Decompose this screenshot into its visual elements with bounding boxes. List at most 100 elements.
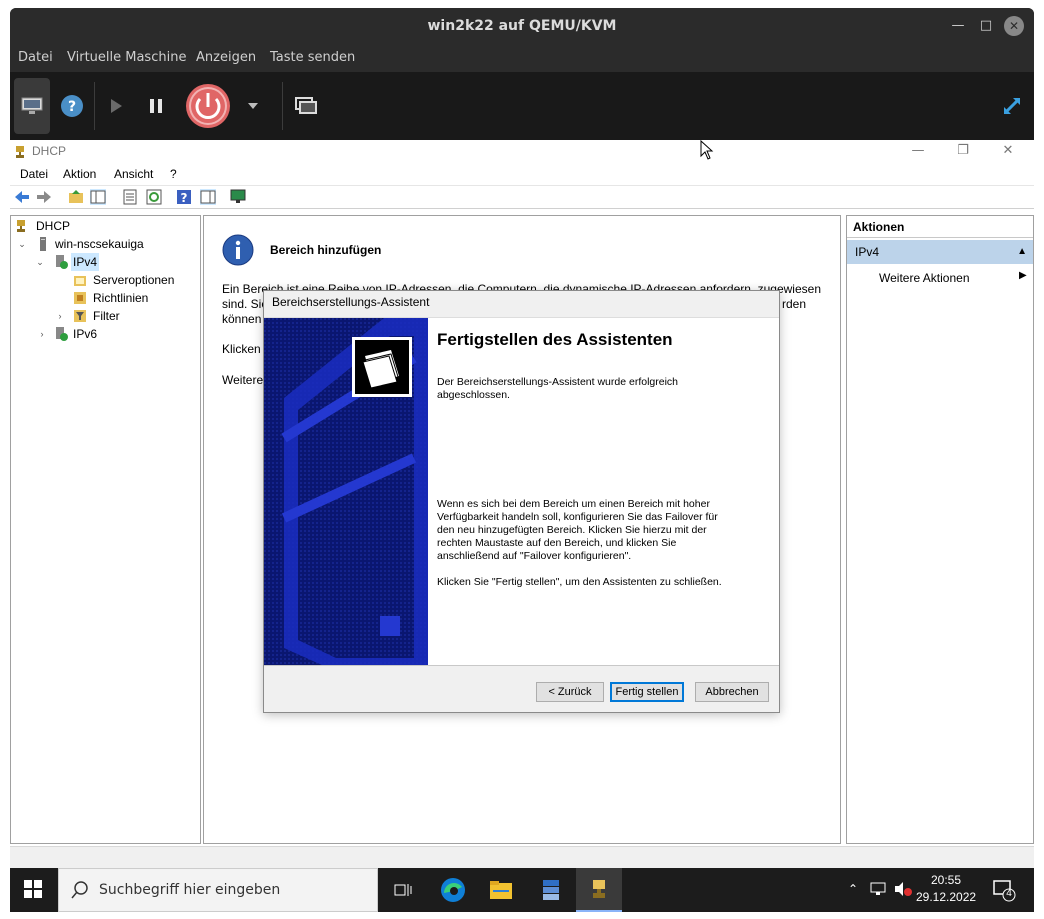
back-button[interactable]: < Zurück xyxy=(536,682,604,702)
notification-count: 4 xyxy=(1006,888,1012,899)
wizard-dialog: Bereichserstellungs-Assistent Fertigstel… xyxy=(263,290,780,713)
submenu-arrow-icon: ▶ xyxy=(1019,270,1027,281)
clock-time: 20:55 xyxy=(930,873,962,887)
properties-icon[interactable] xyxy=(122,189,138,205)
taskbar-search-box[interactable]: Suchbegriff hier eingeben xyxy=(58,868,378,912)
vm-toolbar: ? xyxy=(10,72,1034,140)
tree-label: DHCP xyxy=(36,219,71,233)
policy-icon xyxy=(73,291,87,305)
tree-label: Serveroptionen xyxy=(93,273,175,287)
task-view-icon[interactable] xyxy=(380,868,426,912)
wizard-paragraph-1: Der Bereichserstellungs-Assistent wurde … xyxy=(437,376,679,401)
minimize-button[interactable]: — xyxy=(948,16,968,36)
chevron-right-icon[interactable]: › xyxy=(55,307,65,325)
mmc-window-title: DHCP xyxy=(32,144,67,158)
chevron-down-icon[interactable]: ⌄ xyxy=(17,235,27,253)
mmc-statusbar xyxy=(10,846,1034,868)
toolbar-separator xyxy=(282,82,283,130)
monitor-icon[interactable] xyxy=(14,78,50,134)
pause-icon[interactable] xyxy=(138,78,174,134)
screens-icon[interactable] xyxy=(288,78,324,134)
chevron-up-icon[interactable]: ⌃ xyxy=(848,882,858,896)
chevron-down-icon[interactable]: ⌄ xyxy=(35,253,45,271)
server-manager-icon[interactable] xyxy=(528,868,574,912)
mmc-menu-datei[interactable]: Datei xyxy=(20,164,48,184)
vm-menubar: Datei Virtuelle Maschine Anzeigen Taste … xyxy=(10,44,1034,72)
console-tree: DHCP ⌄ win-nscsekauiga ⌄ IPv4 Serveropti… xyxy=(10,215,201,844)
info-icon xyxy=(222,234,254,269)
dhcp-app-icon[interactable] xyxy=(576,868,622,912)
forward-arrow-icon[interactable] xyxy=(36,189,52,205)
wizard-banner-image xyxy=(264,318,428,666)
search-placeholder: Suchbegriff hier eingeben xyxy=(99,882,281,898)
edge-browser-icon[interactable] xyxy=(430,868,476,912)
wizard-heading: Fertigstellen des Assistenten xyxy=(437,330,673,349)
folder-up-icon[interactable] xyxy=(68,189,84,205)
mouse-cursor-icon xyxy=(700,139,714,164)
dropdown-icon[interactable] xyxy=(244,78,262,134)
menu-anzeigen[interactable]: Anzeigen xyxy=(196,44,256,72)
guest-screen: DHCP — ❐ ✕ Datei Aktion Ansicht ? ? DHCP… xyxy=(10,140,1034,912)
clock[interactable]: 20:55 29.12.2022 xyxy=(916,872,976,906)
folders-icon xyxy=(351,336,413,403)
wizard-paragraph-2: Wenn es sich bei dem Bereich um einen Be… xyxy=(437,498,718,562)
options-folder-icon xyxy=(73,273,87,287)
help-icon[interactable]: ? xyxy=(54,78,90,134)
trophy-icon xyxy=(14,219,28,233)
fullscreen-icon[interactable] xyxy=(994,78,1030,134)
play-icon[interactable] xyxy=(98,78,134,134)
vm-titlebar: win2k22 auf QEMU/KVM — □ ✕ xyxy=(10,8,1034,44)
notification-center-icon[interactable]: 4 xyxy=(992,878,1016,906)
file-explorer-icon[interactable] xyxy=(478,868,524,912)
vm-window-title: win2k22 auf QEMU/KVM xyxy=(427,18,617,34)
mmc-titlebar: DHCP — ❐ ✕ xyxy=(10,140,1034,164)
tree-label: IPv4 xyxy=(71,253,100,271)
network-icon[interactable] xyxy=(870,881,888,901)
actions-more-label: Weitere Aktionen xyxy=(879,271,970,285)
close-button[interactable]: ✕ xyxy=(1004,16,1024,36)
wizard-title: Bereichserstellungs-Assistent xyxy=(272,295,430,309)
help-book-icon[interactable]: ? xyxy=(176,189,192,205)
content-line-2-end: rden xyxy=(782,297,807,311)
actions-pane: Aktionen IPv4 ▲ Weitere Aktionen ▶ xyxy=(846,215,1034,844)
actions-more-item[interactable]: Weitere Aktionen xyxy=(879,268,970,288)
chevron-right-icon[interactable]: › xyxy=(37,325,47,343)
actions-section-ipv4[interactable]: IPv4 ▲ xyxy=(847,240,1033,264)
mmc-minimize-button[interactable]: — xyxy=(908,142,928,160)
action-pane-icon[interactable] xyxy=(200,189,216,205)
menu-taste-senden[interactable]: Taste senden xyxy=(270,44,355,72)
actions-section-label: IPv4 xyxy=(855,245,880,259)
finish-button[interactable]: Fertig stellen xyxy=(610,682,684,702)
monitor-display-icon[interactable] xyxy=(230,189,246,205)
svg-text:?: ? xyxy=(181,191,188,205)
windows-start-icon[interactable] xyxy=(24,880,42,902)
search-icon xyxy=(71,881,89,903)
menu-virtuelle-maschine[interactable]: Virtuelle Maschine xyxy=(67,44,186,72)
maximize-button[interactable]: □ xyxy=(976,16,996,36)
mmc-menubar: Datei Aktion Ansicht ? xyxy=(10,164,1034,184)
refresh-icon[interactable] xyxy=(146,189,162,205)
content-title: Bereich hinzufügen xyxy=(270,243,382,257)
mmc-toolbar: ? xyxy=(10,185,1034,209)
mmc-menu-aktion[interactable]: Aktion xyxy=(63,164,96,184)
content-line-2: sind. Sie xyxy=(222,297,269,311)
content-line-4: Klicken xyxy=(222,342,261,356)
power-icon[interactable] xyxy=(182,78,234,134)
filter-icon xyxy=(73,309,87,323)
menu-datei[interactable]: Datei xyxy=(18,44,53,72)
mmc-menu-ansicht[interactable]: Ansicht xyxy=(114,164,153,184)
network-ok-icon xyxy=(54,327,68,341)
clock-date: 29.12.2022 xyxy=(916,890,977,904)
tree-label: Richtlinien xyxy=(93,291,149,305)
content-line-3: können xyxy=(222,312,262,326)
mmc-restore-button[interactable]: ❐ xyxy=(953,142,973,160)
wizard-footer: < Zurück Fertig stellen Abbrechen xyxy=(264,665,779,713)
collapse-up-icon[interactable]: ▲ xyxy=(1017,240,1027,264)
volume-muted-icon[interactable] xyxy=(894,881,912,901)
show-tree-icon[interactable] xyxy=(90,189,106,205)
back-arrow-icon[interactable] xyxy=(14,189,30,205)
mmc-close-button[interactable]: ✕ xyxy=(998,142,1018,160)
cancel-button[interactable]: Abbrechen xyxy=(695,682,769,702)
server-icon xyxy=(36,237,50,251)
mmc-menu-help[interactable]: ? xyxy=(170,164,177,184)
